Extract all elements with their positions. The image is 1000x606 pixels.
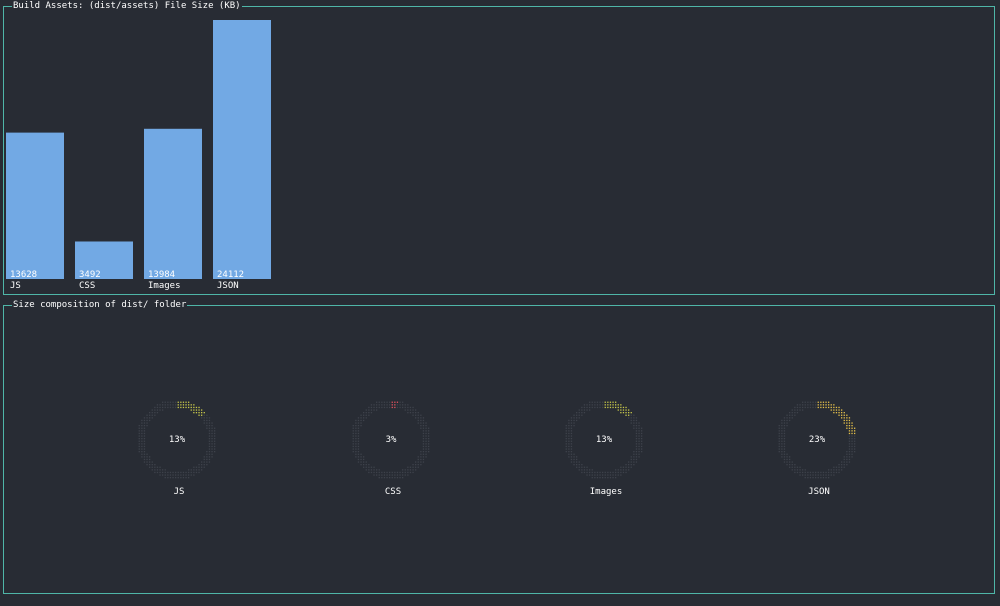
bar-json: [213, 20, 271, 279]
charts-canvas: 13628JS3492CSS13984Images24112JSON13%JS3…: [6, 20, 856, 497]
bar-category-label-css: CSS: [79, 281, 95, 291]
bar-value-label-js: 13628: [10, 270, 37, 280]
bar-value-label-css: 3492: [79, 270, 101, 280]
donut-category-label-js: JS: [174, 487, 185, 497]
donut-percent-label-json: 23%: [809, 435, 826, 445]
bar-category-label-images: Images: [148, 281, 181, 291]
bar-images: [144, 128, 202, 279]
bar-value-label-json: 24112: [217, 270, 244, 280]
bar-value-label-images: 13984: [148, 270, 175, 280]
donut-category-label-css: CSS: [385, 487, 401, 497]
donut-category-label-images: Images: [590, 487, 623, 497]
donut-percent-label-images: 13%: [596, 435, 613, 445]
bar-category-label-js: JS: [10, 281, 21, 291]
donut-percent-label-css: 3%: [386, 435, 397, 445]
donut-percent-label-js: 13%: [169, 435, 186, 445]
bar-js: [6, 132, 64, 279]
donut-category-label-json: JSON: [808, 487, 830, 497]
bar-category-label-json: JSON: [217, 281, 239, 291]
